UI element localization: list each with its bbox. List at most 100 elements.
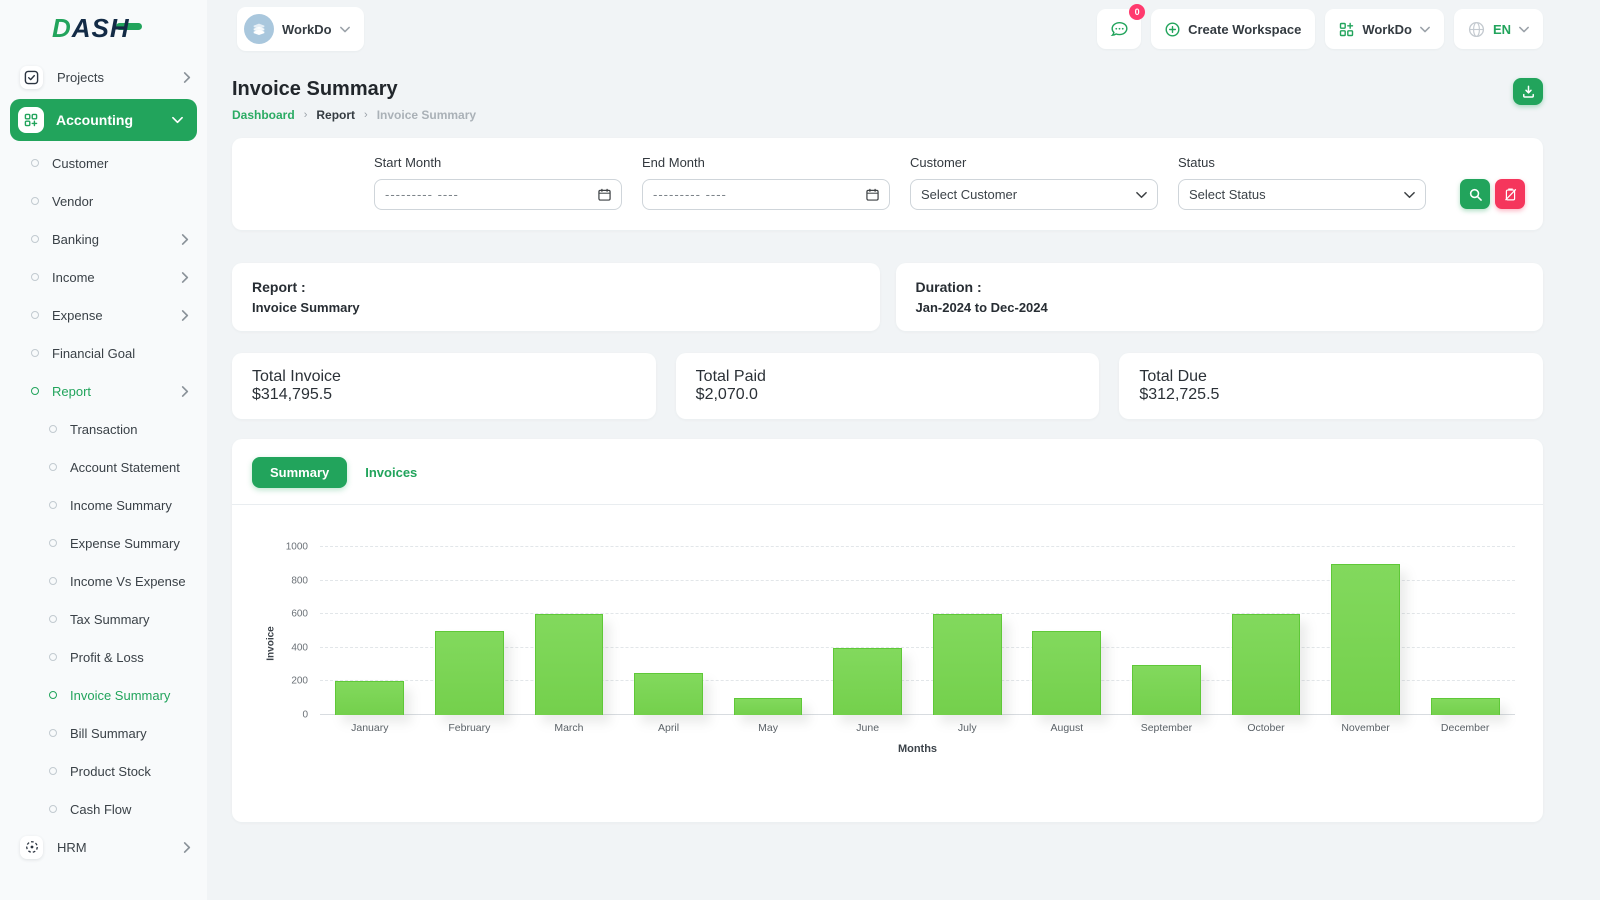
breadcrumb-item: Invoice Summary xyxy=(376,108,477,122)
x-tick-label: February xyxy=(448,722,491,734)
chevron-down-icon xyxy=(1420,26,1430,33)
messages-button[interactable]: 0 xyxy=(1097,4,1146,49)
breadcrumb-item[interactable]: Report xyxy=(316,108,355,122)
reset-filter-button[interactable] xyxy=(1495,179,1525,209)
tab-summary[interactable]: Summary xyxy=(252,457,348,488)
x-tick-label: September xyxy=(1140,722,1193,734)
y-tick-label: 600 xyxy=(291,608,308,620)
projects-iconbox xyxy=(20,65,43,89)
bar-column xyxy=(1415,698,1515,715)
sidebar-item-profit-loss[interactable]: Profit & Loss xyxy=(0,638,207,676)
workdo-apps-button[interactable]: WorkDo xyxy=(1325,9,1444,49)
x-tick-label: August xyxy=(1050,722,1084,734)
sidebar-item-hrm[interactable]: HRM xyxy=(0,828,207,866)
bar-march xyxy=(534,614,604,715)
sidebar-item-label: Bill Summary xyxy=(70,725,147,741)
sidebar-item-accounting[interactable]: Accounting xyxy=(10,99,197,141)
hrm-iconbox xyxy=(20,835,43,859)
customer-select[interactable]: Select Customer xyxy=(910,179,1158,210)
bars-layer xyxy=(320,531,1515,715)
customer-label: Customer xyxy=(910,155,967,170)
chevron-right-icon xyxy=(181,385,189,397)
sidebar-item-product-stock[interactable]: Product Stock xyxy=(0,752,207,790)
report-card: Report : Invoice Summary xyxy=(232,263,880,331)
stat-card-total-invoice: Total Invoice $314,795.5 xyxy=(232,353,656,419)
chevron-down-icon xyxy=(172,116,183,124)
breadcrumb-item[interactable]: Dashboard xyxy=(232,108,295,122)
sidebar-item-projects[interactable]: Projects xyxy=(0,58,207,96)
notification-badge: 0 xyxy=(1129,4,1146,20)
grid-plus-icon xyxy=(1340,22,1354,36)
sidebar-item-income-summary[interactable]: Income Summary xyxy=(0,486,207,524)
chevron-right-icon xyxy=(183,841,191,853)
bar-october xyxy=(1231,614,1301,715)
bullet-icon xyxy=(31,273,39,281)
sidebar-item-label: Expense xyxy=(52,307,103,323)
sidebar-item-invoice-summary[interactable]: Invoice Summary xyxy=(0,676,207,714)
bar-column xyxy=(718,698,818,715)
sidebar-item-income[interactable]: Income xyxy=(0,258,207,296)
workspace-switcher[interactable]: WorkDo xyxy=(237,7,364,51)
bullet-icon xyxy=(49,463,57,471)
sidebar-item-bill-summary[interactable]: Bill Summary xyxy=(0,714,207,752)
sidebar-item-cash-flow[interactable]: Cash Flow xyxy=(0,790,207,828)
stat-label: Total Paid xyxy=(695,368,766,385)
sidebar-menu: Projects Accounting Customer Vendor Banking I… xyxy=(0,56,207,900)
tab-invoices[interactable]: Invoices xyxy=(361,457,421,488)
apply-filter-button[interactable] xyxy=(1460,179,1490,209)
sidebar-item-label: Report xyxy=(52,383,92,399)
chevron-right-icon xyxy=(183,841,191,853)
chevron-right-icon xyxy=(181,309,189,321)
language-selector[interactable]: EN xyxy=(1453,9,1543,49)
bullet-icon xyxy=(49,805,57,813)
chevron-down-icon xyxy=(1136,191,1147,198)
bar-december xyxy=(1430,698,1500,715)
end-month-input[interactable]: --------- ---- xyxy=(642,179,890,210)
download-button[interactable] xyxy=(1513,78,1543,105)
sidebar-item-label: Projects xyxy=(57,69,104,85)
sidebar-item-expense[interactable]: Expense xyxy=(0,296,207,334)
tabs: Summary Invoices xyxy=(232,457,1543,504)
page-header: Invoice Summary Dashboard › Report › Invoice… xyxy=(232,78,1543,122)
x-tick-label: November xyxy=(1341,722,1390,734)
bar-column xyxy=(1216,614,1316,715)
create-workspace-label: Create Workspace xyxy=(1188,21,1302,37)
report-info-row: Report : Invoice Summary Duration : Jan-… xyxy=(232,263,1543,331)
sidebar-item-tax-summary[interactable]: Tax Summary xyxy=(0,600,207,638)
sidebar-item-report[interactable]: Report xyxy=(0,372,207,410)
report-label: Report : xyxy=(252,279,306,295)
status-select[interactable]: Select Status xyxy=(1178,179,1426,210)
sidebar-item-label: Vendor xyxy=(52,193,94,209)
create-workspace-button[interactable]: Create Workspace xyxy=(1151,9,1316,49)
sidebar-item-customer[interactable]: Customer xyxy=(0,144,207,182)
breadcrumb-separator: › xyxy=(364,109,368,121)
download-icon xyxy=(1522,85,1534,98)
sidebar-item-vendor[interactable]: Vendor xyxy=(0,182,207,220)
x-tick-label: April xyxy=(658,722,680,734)
start-month-input[interactable]: --------- ---- xyxy=(374,179,622,210)
sidebar-item-transaction[interactable]: Transaction xyxy=(0,410,207,448)
sidebar-item-label: Income xyxy=(52,269,95,285)
chevron-right-icon xyxy=(181,271,189,283)
brand-logo[interactable]: DASH xyxy=(0,0,207,56)
sidebar-item-label: Expense Summary xyxy=(70,535,180,551)
x-tick-label: January xyxy=(351,722,389,734)
sidebar-item-banking[interactable]: Banking xyxy=(0,220,207,258)
sidebar-item-label: Profit & Loss xyxy=(70,649,144,665)
chart-x-labels: January February March April May June July Augu… xyxy=(320,722,1515,734)
chart-plot-area[interactable]: 0 200 400 600 800 1000 xyxy=(286,531,1515,721)
breadcrumb-separator: › xyxy=(303,109,308,121)
stat-label: Total Due xyxy=(1139,368,1207,385)
sidebar-item-label: Tax Summary xyxy=(70,611,150,627)
bar-column xyxy=(1316,563,1416,715)
bar-column xyxy=(519,614,619,715)
sidebar-item-financial-goal[interactable]: Financial Goal xyxy=(0,334,207,372)
sidebar-item-income-vs-expense[interactable]: Income Vs Expense xyxy=(0,562,207,600)
sidebar-item-expense-summary[interactable]: Expense Summary xyxy=(0,524,207,562)
sidebar-item-label: Cash Flow xyxy=(70,801,132,817)
stat-label: Total Invoice xyxy=(252,368,341,385)
globe-icon xyxy=(1468,21,1484,37)
sidebar-item-account-statement[interactable]: Account Statement xyxy=(0,448,207,486)
chevron-down-icon xyxy=(1519,26,1529,33)
x-tick-label: December xyxy=(1440,722,1490,734)
